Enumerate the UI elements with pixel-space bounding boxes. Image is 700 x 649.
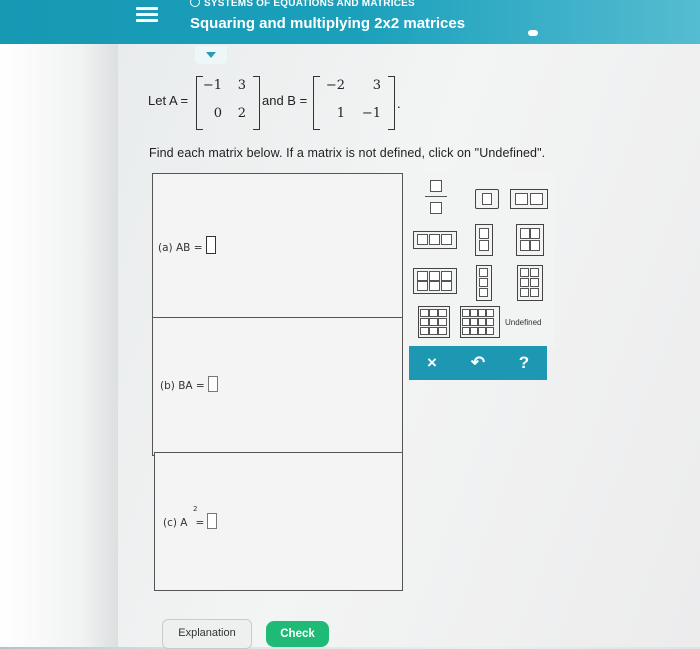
undefined-button[interactable]: Undefined <box>505 318 541 327</box>
matrix-2x1-icon[interactable] <box>475 224 493 256</box>
fraction-icon[interactable] <box>425 180 447 216</box>
check-button[interactable]: Check <box>266 621 329 647</box>
and-b-label: and B = <box>262 93 308 108</box>
topic-label[interactable]: SYSTEMS OF EQUATIONS AND MATRICES <box>190 0 415 9</box>
matrix-b-cell: 1 <box>336 106 345 121</box>
part-c-label: (c) A <box>163 517 188 529</box>
matrix-3x1-icon[interactable] <box>476 265 492 301</box>
part-a: (a) AB = <box>158 236 216 254</box>
part-c-exponent: 2 <box>193 505 198 513</box>
matrix-1x2-icon[interactable] <box>510 189 548 209</box>
clear-icon[interactable]: × <box>409 346 455 380</box>
answer-input-ab[interactable] <box>205 236 216 254</box>
chevron-down-icon[interactable] <box>195 46 227 64</box>
part-a-label: (a) AB = <box>158 242 203 254</box>
matrix-3x3-icon[interactable] <box>418 306 450 338</box>
answer-input-ba[interactable] <box>207 376 218 392</box>
matrix-2x2-icon[interactable] <box>516 224 544 256</box>
part-b-label: (b) BA = <box>160 380 205 392</box>
matrix-1x1-icon[interactable] <box>475 189 499 209</box>
matrix-a-cell: −1 <box>202 78 222 93</box>
matrix-a-cell: 2 <box>237 106 246 121</box>
matrix-3x2-icon[interactable] <box>517 265 543 301</box>
screen-bezel <box>0 0 118 647</box>
action-toolbar: × ↶ ? <box>409 346 547 380</box>
menu-icon[interactable] <box>136 4 158 26</box>
matrix-b: −2 3 1 −1 <box>313 76 395 130</box>
instruction-text: Find each matrix below. If a matrix is n… <box>149 146 546 160</box>
matrix-b-right-bracket <box>388 76 395 130</box>
topic-text: SYSTEMS OF EQUATIONS AND MATRICES <box>204 0 415 9</box>
part-c: (c) A 2 = <box>163 505 218 529</box>
undo-icon[interactable]: ↶ <box>455 346 501 380</box>
matrix-b-cell: −1 <box>361 106 381 121</box>
part-c-equals: = <box>195 517 205 529</box>
matrix-b-cell: 3 <box>372 78 381 93</box>
matrix-2x3-icon[interactable] <box>413 268 457 294</box>
matrix-b-cell: −2 <box>325 78 345 93</box>
matrix-a-right-bracket <box>253 76 260 130</box>
period: . <box>397 96 401 111</box>
glare <box>528 30 538 36</box>
let-a-label: Let A = <box>148 93 189 108</box>
page-title: Squaring and multiplying 2x2 matrices <box>190 15 466 32</box>
matrix-1x3-icon[interactable] <box>413 231 457 249</box>
matrix-a-cell: 3 <box>237 78 246 93</box>
matrix-a-cell: 0 <box>213 106 222 121</box>
matrix-a: −1 3 0 2 <box>196 76 260 130</box>
header-bar: SYSTEMS OF EQUATIONS AND MATRICES Squari… <box>0 0 700 44</box>
help-icon[interactable]: ? <box>501 346 547 380</box>
topic-circle-icon <box>190 0 200 7</box>
matrix-b-left-bracket <box>313 76 320 130</box>
part-b: (b) BA = <box>160 376 218 392</box>
matrix-3x4-icon[interactable] <box>460 306 500 338</box>
explanation-button[interactable]: Explanation <box>162 619 252 649</box>
answer-input-a2[interactable] <box>207 513 218 529</box>
